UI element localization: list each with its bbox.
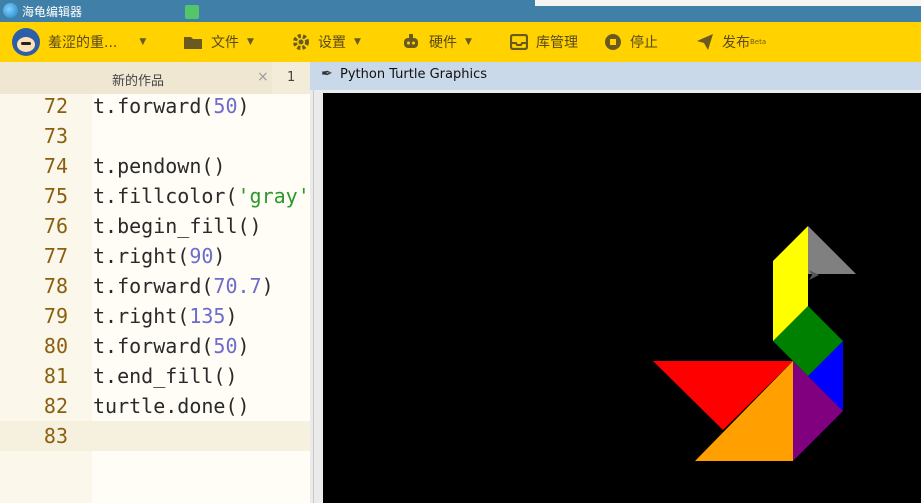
tab-number[interactable]: 1 <box>287 70 295 85</box>
code-line[interactable]: 81 t.end_fill() <box>0 361 310 391</box>
code-line[interactable]: 82 turtle.done() <box>0 391 310 421</box>
code-text: t.forward(50) <box>93 334 250 358</box>
line-number: 77 <box>43 244 68 268</box>
chevron-down-icon: ▼ <box>139 37 147 47</box>
user-name: 羞涩的重... <box>48 35 118 51</box>
line-number: 73 <box>43 124 68 148</box>
code-line[interactable]: 74 t.pendown() <box>0 151 310 181</box>
code-text: t.fillcolor('gray' <box>93 184 310 208</box>
close-icon[interactable]: × <box>257 69 269 85</box>
settings-menu-label: 设置 <box>318 35 346 51</box>
turtle-canvas[interactable] <box>323 93 921 503</box>
stop-icon <box>605 34 621 50</box>
hardware-menu[interactable]: 硬件 ▼ <box>401 22 472 62</box>
stop-button[interactable]: 停止 <box>604 22 658 62</box>
feather-icon: ✒ <box>321 66 333 82</box>
editor-tab-row: 新的作品 × 1 <box>0 62 310 94</box>
folder-icon <box>184 37 202 49</box>
code-text: t.right(90) <box>93 244 226 268</box>
library-manager-button[interactable]: 库管理 <box>510 22 578 62</box>
code-line[interactable]: 83 <box>0 421 310 451</box>
line-number: 80 <box>43 334 68 358</box>
line-number: 76 <box>43 214 68 238</box>
file-menu[interactable]: 文件 ▼ <box>183 22 254 62</box>
code-text: t.begin_fill() <box>93 214 262 238</box>
code-line[interactable]: 78 t.forward(70.7) <box>0 271 310 301</box>
settings-menu[interactable]: 设置 ▼ <box>292 22 361 62</box>
toolbar: 羞涩的重... ▼ 文件 ▼ 设置 ▼ 硬件 ▼ 库管理 停止 发布 Beta <box>0 22 921 62</box>
inbox-icon <box>510 34 528 50</box>
user-menu[interactable]: 羞涩的重... ▼ <box>12 22 146 62</box>
gray-triangle <box>808 226 856 274</box>
file-menu-label: 文件 <box>211 35 239 51</box>
stop-label: 停止 <box>630 35 658 51</box>
library-manager-label: 库管理 <box>536 35 578 51</box>
line-number: 75 <box>43 184 68 208</box>
tab-new-project[interactable]: 新的作品 × <box>0 62 272 94</box>
tangram-drawing <box>653 226 856 461</box>
code-text: t.forward(50) <box>93 94 250 118</box>
code-text: t.forward(70.7) <box>93 274 274 298</box>
robot-icon <box>404 34 418 48</box>
chevron-down-icon: ▼ <box>465 37 472 47</box>
tab-label: 新的作品 <box>112 74 165 89</box>
window-title: 海龟编辑器 <box>22 5 83 19</box>
code-line[interactable]: 77 t.right(90) <box>0 241 310 271</box>
paper-plane-icon <box>697 34 713 50</box>
overlay-strip <box>535 0 921 6</box>
line-number: 79 <box>43 304 68 328</box>
turtle-app-icon <box>3 3 18 18</box>
code-line[interactable]: 72 t.forward(50) <box>0 91 310 121</box>
turtle-window-title: Python Turtle Graphics <box>340 67 487 82</box>
code-text: t.pendown() <box>93 154 226 178</box>
line-number: 72 <box>43 94 68 118</box>
hardware-menu-label: 硬件 <box>429 35 457 51</box>
line-number: 74 <box>43 154 68 178</box>
line-number: 78 <box>43 274 68 298</box>
code-line[interactable]: 75 t.fillcolor('gray' <box>0 181 310 211</box>
code-text: turtle.done() <box>93 394 250 418</box>
line-number: 82 <box>43 394 68 418</box>
code-line[interactable]: 79 t.right(135) <box>0 301 310 331</box>
chevron-down-icon: ▼ <box>354 37 361 47</box>
code-line[interactable]: 80 t.forward(50) <box>0 331 310 361</box>
user-avatar <box>12 28 40 56</box>
code-line[interactable]: 76 t.begin_fill() <box>0 211 310 241</box>
code-text: t.right(135) <box>93 304 238 328</box>
code-line[interactable]: 73 <box>0 121 310 151</box>
blurred-tray-icon <box>185 5 199 19</box>
line-number: 81 <box>43 364 68 388</box>
title-bar: 海龟编辑器 <box>0 0 921 22</box>
chevron-down-icon: ▼ <box>247 37 254 47</box>
line-number: 83 <box>43 424 68 448</box>
publish-button[interactable]: 发布 Beta <box>696 22 766 62</box>
beta-badge: Beta <box>750 38 767 46</box>
code-text: t.end_fill() <box>93 364 238 388</box>
turtle-window-titlebar[interactable]: ✒ Python Turtle Graphics <box>310 62 921 91</box>
window-border <box>313 90 314 503</box>
publish-label: 发布 <box>722 35 750 51</box>
gear-icon <box>293 34 309 50</box>
